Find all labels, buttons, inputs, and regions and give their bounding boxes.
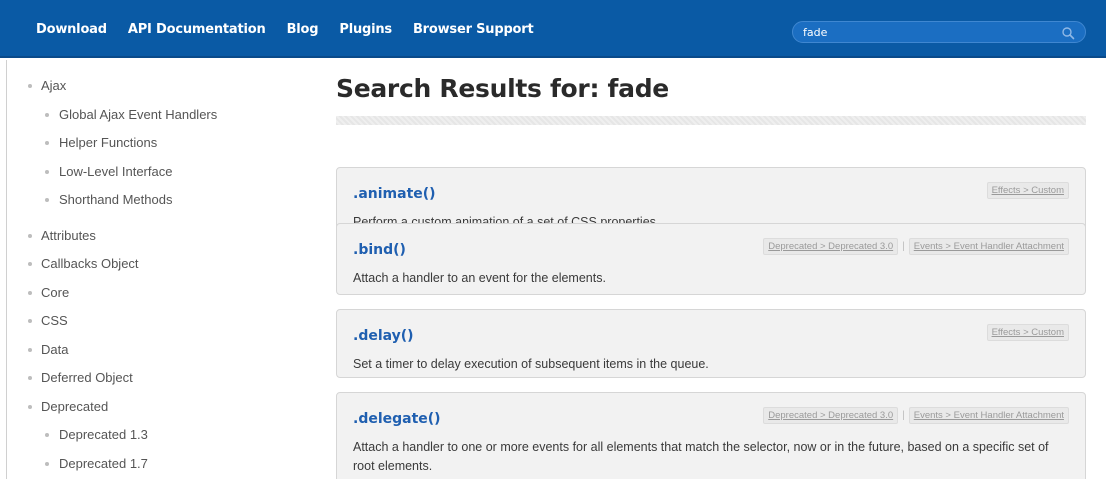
result-card: .delegate() Deprecated > Deprecated 3.0 … xyxy=(336,392,1086,479)
bullet-icon xyxy=(28,233,32,238)
sidebar-item-label: Deferred Object xyxy=(41,370,133,385)
sidebar-item-css[interactable]: CSS xyxy=(28,313,298,342)
nav-download[interactable]: Download xyxy=(36,22,107,37)
sidebar-item-label: Core xyxy=(41,284,70,300)
sidebar-item-label: Shorthand Methods xyxy=(59,192,173,207)
sidebar-item-label: Attributes xyxy=(41,227,96,243)
sidebar-item-label: Ajax xyxy=(41,78,67,93)
bullet-icon xyxy=(45,461,49,466)
sidebar-item-deprecated-1-7[interactable]: Deprecated 1.7 xyxy=(28,456,298,479)
sidebar-item-label: CSS xyxy=(41,313,68,328)
bullet-icon xyxy=(45,141,49,145)
bullet-icon xyxy=(45,112,49,117)
bullet-icon xyxy=(28,290,32,295)
bullet-icon xyxy=(28,262,32,266)
result-description: Attach a handler to one or more events f… xyxy=(353,440,1049,473)
bullet-icon xyxy=(28,319,32,323)
sidebar-item-core[interactable]: Core xyxy=(28,285,298,314)
nav-plugins[interactable]: Plugins xyxy=(339,22,392,37)
result-card: .delay() Effects > Custom Set a timer to… xyxy=(336,309,1086,378)
bullet-icon xyxy=(28,84,32,88)
bullet-icon xyxy=(28,347,32,352)
sidebar-item-shorthand-methods[interactable]: Shorthand Methods xyxy=(28,192,298,221)
search-box xyxy=(792,21,1086,43)
sidebar-item-label: Data xyxy=(41,341,69,357)
sidebar-item-callbacks-object[interactable]: Callbacks Object xyxy=(28,256,298,285)
main-nav: Download API Documentation Blog Plugins … xyxy=(36,22,555,37)
sidebar-item-label: Callbacks Object xyxy=(41,256,139,271)
sidebar-item-label: Helper Functions xyxy=(59,135,158,150)
category-separator: | xyxy=(902,241,905,252)
sidebar-item-label: Deprecated 1.7 xyxy=(59,455,148,471)
sidebar-item-attributes[interactable]: Attributes xyxy=(28,228,298,257)
result-categories: Deprecated > Deprecated 3.0 | Events > E… xyxy=(763,238,1069,255)
sidebar-item-ajax[interactable]: Ajax xyxy=(28,78,298,107)
category-separator: | xyxy=(902,410,905,421)
category-tag[interactable]: Events > Event Handler Attachment xyxy=(908,407,1069,424)
category-tag[interactable]: Deprecated > Deprecated 3.0 xyxy=(763,238,899,255)
nav-blog[interactable]: Blog xyxy=(287,22,319,37)
category-tag[interactable]: Effects > Custom xyxy=(986,324,1069,341)
search-input[interactable] xyxy=(803,24,1053,40)
sidebar-item-helper-functions[interactable]: Helper Functions xyxy=(28,135,298,164)
bullet-icon xyxy=(28,404,32,409)
result-title-link[interactable]: .delegate() xyxy=(353,411,441,427)
category-tag[interactable]: Events > Event Handler Attachment xyxy=(908,238,1069,255)
bullet-icon xyxy=(45,169,49,174)
sidebar-item-label: Low-Level Interface xyxy=(59,163,173,179)
result-categories: Effects > Custom xyxy=(986,324,1069,341)
sidebar-item-deprecated[interactable]: Deprecated xyxy=(28,399,298,428)
result-description: Set a timer to delay execution of subseq… xyxy=(353,357,709,371)
sidebar-item-label: Deprecated xyxy=(41,398,109,414)
sidebar: Ajax Global Ajax Event Handlers Helper F… xyxy=(28,78,298,479)
results-list: .bind() Deprecated > Deprecated 3.0 | Ev… xyxy=(336,74,1088,479)
page-left-border xyxy=(6,60,7,479)
nav-browser-support[interactable]: Browser Support xyxy=(413,22,534,37)
top-nav-bar: Download API Documentation Blog Plugins … xyxy=(0,0,1106,58)
search-icon[interactable] xyxy=(1061,26,1075,40)
sidebar-item-data[interactable]: Data xyxy=(28,342,298,371)
result-categories: Deprecated > Deprecated 3.0 | Events > E… xyxy=(763,407,1069,424)
bullet-icon xyxy=(45,198,49,202)
sidebar-item-deprecated-1-3[interactable]: Deprecated 1.3 xyxy=(28,427,298,456)
nav-api-documentation[interactable]: API Documentation xyxy=(128,22,266,37)
result-description: Attach a handler to an event for the ele… xyxy=(353,271,606,285)
sidebar-item-low-level-interface[interactable]: Low-Level Interface xyxy=(28,164,298,193)
bullet-icon xyxy=(28,376,32,380)
category-tag[interactable]: Deprecated > Deprecated 3.0 xyxy=(763,407,899,424)
sidebar-item-deferred-object[interactable]: Deferred Object xyxy=(28,370,298,399)
result-title-link[interactable]: .bind() xyxy=(353,242,406,258)
sidebar-item-label: Global Ajax Event Handlers xyxy=(59,106,218,122)
sidebar-item-global-ajax-event-handlers[interactable]: Global Ajax Event Handlers xyxy=(28,107,298,136)
bullet-icon xyxy=(45,433,49,437)
result-card: .bind() Deprecated > Deprecated 3.0 | Ev… xyxy=(336,223,1086,295)
sidebar-item-label: Deprecated 1.3 xyxy=(59,427,148,442)
result-title-link[interactable]: .delay() xyxy=(353,328,414,344)
